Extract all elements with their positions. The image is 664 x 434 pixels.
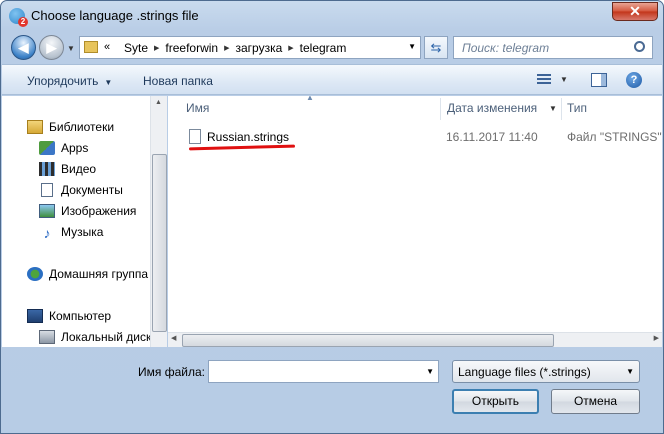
breadcrumb-item[interactable]: Syte [124,41,148,55]
nav-item-computer[interactable]: Компьютер [27,309,111,323]
breadcrumb-item[interactable]: загрузка [235,41,282,55]
chevron-down-icon[interactable]: ▼ [549,96,557,121]
forward-arrow-icon: ▶ [46,40,57,55]
nav-item-video[interactable]: Видео [39,162,96,176]
horizontal-scrollbar[interactable]: ◀ ▶ [168,332,662,347]
nav-item-label: Изображения [61,204,137,218]
search-icon [634,41,645,52]
computer-icon [27,309,43,323]
file-date: 16.11.2017 11:40 [446,130,538,144]
scroll-up-icon[interactable]: ▲ [155,99,162,106]
file-row[interactable]: Russian.strings 16.11.2017 11:40 Файл "S… [168,126,662,148]
search-input[interactable] [462,41,642,55]
toolbar: Упорядочить ▼ Новая папка ▼ ? [2,64,662,95]
organize-button[interactable]: Упорядочить ▼ [27,74,112,88]
refresh-button[interactable]: ⇆ [424,36,448,59]
nav-item-label: Документы [61,183,123,197]
open-button[interactable]: Открыть [452,389,539,414]
sort-ascending-icon: ▲ [306,96,314,102]
close-button[interactable]: ✕ [612,2,658,21]
chevron-down-icon[interactable]: ▼ [426,367,434,376]
telegram-app-icon: 2 [9,8,28,27]
address-dropdown-icon[interactable]: ▼ [408,42,416,51]
title-bar[interactable]: 2 Choose language .strings file ✕ [1,1,663,31]
apps-icon [39,141,55,155]
nav-item-label: Компьютер [49,309,112,323]
back-button[interactable]: ◀ [11,35,36,60]
navigation-scrollbar[interactable]: ▲ [150,96,167,347]
video-icon [39,162,55,176]
column-divider[interactable] [440,98,441,120]
music-icon: ♪ [43,225,51,241]
nav-item-apps[interactable]: Apps [39,141,88,155]
chevron-down-icon: ▼ [104,78,113,87]
breadcrumb-item[interactable]: freeforwin [165,41,218,55]
filename-field[interactable]: ▼ [208,360,439,383]
filter-value: Language files (*.strings) [458,365,591,379]
refresh-icon: ⇆ [430,40,442,55]
scroll-right-icon[interactable]: ▶ [654,334,659,342]
nav-item-homegroup[interactable]: Домашняя группа [27,267,148,281]
search-box[interactable] [453,36,653,59]
chevron-down-icon[interactable]: ▼ [560,75,568,84]
homegroup-icon [27,267,43,281]
filename-label: Имя файла: [138,365,205,379]
scrollbar-thumb[interactable] [152,154,167,332]
folder-icon [84,41,98,53]
chevron-right-icon[interactable]: ▶ [154,44,159,52]
column-header-type[interactable]: Тип [567,96,587,121]
libraries-icon [27,120,43,134]
nav-item-label: Музыка [61,225,104,239]
documents-icon [41,183,53,197]
breadcrumb: Syte ▶ freeforwin ▶ загрузка ▶ telegram [124,41,346,55]
column-header-date[interactable]: Дата изменения [447,96,537,121]
address-overflow[interactable]: « [104,41,110,53]
nav-item-label: Локальный диск [61,330,150,344]
new-folder-button[interactable]: Новая папка [143,74,213,88]
file-icon [189,129,201,144]
nav-item-label: Домашняя группа [49,267,149,281]
back-arrow-icon: ◀ [18,40,29,55]
chevron-down-icon: ▼ [626,367,634,376]
file-list: ▲ Имя Дата изменения ▼ Тип Russian.strin… [168,96,662,337]
breadcrumb-item[interactable]: telegram [300,41,347,55]
view-options-icon[interactable] [537,74,551,86]
cancel-button[interactable]: Отмена [551,389,640,414]
recent-pages-dropdown-icon[interactable]: ▼ [67,44,75,53]
nav-item-music[interactable]: ♪ Музыка [39,225,104,241]
dialog-window: 2 Choose language .strings file ✕ ◀ ▶ ▼ … [0,0,664,434]
organize-label: Упорядочить [27,74,99,88]
column-header-name[interactable]: Имя [186,96,209,121]
disk-icon [39,330,55,344]
nav-item-label: Библиотеки [49,120,115,134]
scroll-left-icon[interactable]: ◀ [171,334,176,342]
preview-pane-icon[interactable] [591,73,607,87]
file-type-filter[interactable]: Language files (*.strings) ▼ [452,360,640,383]
nav-item-label: Видео [61,162,97,176]
help-icon[interactable]: ? [626,72,642,88]
nav-item-images[interactable]: Изображения [39,204,136,218]
images-icon [39,204,55,218]
nav-item-documents[interactable]: Документы [39,183,123,197]
window-title: Choose language .strings file [31,8,199,23]
chevron-right-icon[interactable]: ▶ [288,44,293,52]
nav-item-libraries[interactable]: Библиотеки [27,120,114,134]
file-type: Файл "STRINGS" [567,130,662,144]
column-divider[interactable] [561,98,562,120]
notification-badge: 2 [18,17,28,27]
scrollbar-thumb[interactable] [182,334,554,347]
file-name: Russian.strings [207,130,290,144]
nav-item-label: Apps [61,141,89,155]
navigation-pane: Библиотеки Apps Видео Документы Изображе… [2,96,150,347]
address-bar[interactable]: « Syte ▶ freeforwin ▶ загрузка ▶ telegra… [79,36,421,59]
forward-button[interactable]: ▶ [39,35,64,60]
chevron-right-icon[interactable]: ▶ [224,44,229,52]
nav-item-local-disk[interactable]: Локальный диск [39,330,150,344]
